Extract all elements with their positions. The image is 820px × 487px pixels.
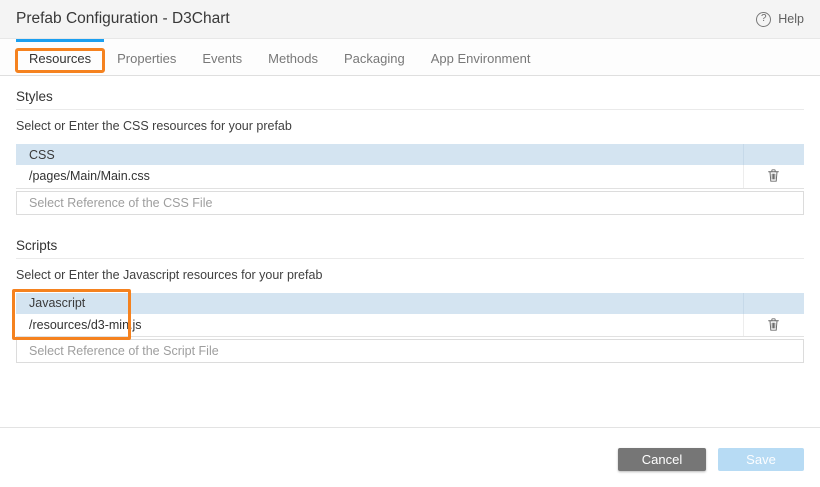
js-resource-path: /resources/d3-min.js <box>16 313 743 337</box>
scripts-section-description: Select or Enter the Javascript resources… <box>16 267 323 282</box>
tab-methods[interactable]: Methods <box>255 39 331 75</box>
css-table-wrap: CSS /pages/Main/Main.css <box>16 144 804 189</box>
tab-app-environment[interactable]: App Environment <box>418 39 544 75</box>
tab-resources[interactable]: Resources <box>15 39 106 75</box>
page-title: Prefab Configuration - D3Chart <box>16 10 230 27</box>
tab-events[interactable]: Events <box>189 39 255 75</box>
css-table-header-row: CSS <box>16 144 804 165</box>
trash-icon <box>768 318 780 331</box>
dialog-titlebar: Prefab Configuration - D3Chart ? Help <box>0 0 820 39</box>
styles-section-title: Styles <box>16 90 804 110</box>
js-table-wrap: Javascript /resources/d3-min.js <box>12 288 804 340</box>
js-row-actions-cell <box>742 313 804 337</box>
css-resources-table: CSS /pages/Main/Main.css <box>16 144 804 189</box>
tab-events-label: Events <box>202 51 243 66</box>
tab-properties[interactable]: Properties <box>104 39 189 75</box>
scripts-section-title: Scripts <box>16 238 804 259</box>
delete-js-resource-button[interactable] <box>765 315 782 334</box>
js-table-header-row: Javascript <box>16 292 804 314</box>
tab-packaging-label: Packaging <box>344 51 405 66</box>
tab-properties-label: Properties <box>117 51 177 66</box>
js-resources-table: Javascript /resources/d3-min.js <box>16 292 804 337</box>
trash-icon <box>768 169 780 182</box>
styles-section: Styles Select or Enter the CSS resources… <box>16 90 804 215</box>
javascript-column-header: Javascript <box>16 292 743 314</box>
css-column-header: CSS <box>16 144 743 165</box>
tab-packaging[interactable]: Packaging <box>331 39 418 75</box>
css-actions-column-header <box>742 144 804 165</box>
cancel-button[interactable]: Cancel <box>618 448 706 471</box>
css-resource-path: /pages/Main/Main.css <box>16 165 743 189</box>
css-row-actions-cell <box>742 165 804 189</box>
table-row: /resources/d3-min.js <box>16 313 804 337</box>
dialog-footer: Cancel Save <box>0 427 820 487</box>
resources-tab-content: Styles Select or Enter the CSS resources… <box>0 90 820 363</box>
delete-css-resource-button[interactable] <box>765 166 782 185</box>
save-button[interactable]: Save <box>718 448 804 471</box>
script-reference-input[interactable] <box>16 339 804 363</box>
tab-resources-label: Resources <box>29 51 92 66</box>
js-actions-column-header <box>742 292 804 314</box>
styles-section-description: Select or Enter the CSS resources for yo… <box>16 119 292 133</box>
scripts-section: Scripts Select or Enter the Javascript r… <box>12 238 804 363</box>
tab-app-environment-label: App Environment <box>430 51 531 66</box>
help-question-icon: ? <box>756 11 772 27</box>
tab-bar: Resources Properties Events Methods Pack… <box>0 39 820 76</box>
table-row: /pages/Main/Main.css <box>16 165 804 189</box>
tab-methods-label: Methods <box>268 51 319 66</box>
help-label: Help <box>778 12 804 26</box>
help-button[interactable]: ? Help <box>756 11 804 27</box>
css-reference-input[interactable] <box>16 190 804 215</box>
